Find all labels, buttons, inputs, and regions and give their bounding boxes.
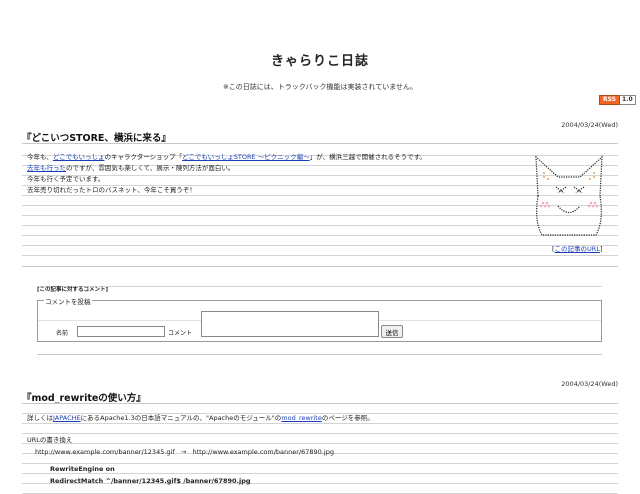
link-last-year[interactable]: 去年も行った bbox=[27, 164, 66, 172]
body-line: 去年も行ったのですが、雰囲気も楽しくて、展示・陳列方法が面白い。 bbox=[27, 164, 235, 172]
section-label: URLの書き換え bbox=[27, 436, 73, 444]
article-url: [この記事のURL] bbox=[552, 245, 603, 253]
comments-divider bbox=[22, 266, 618, 267]
name-label: 名前 bbox=[56, 330, 69, 337]
comment-textarea[interactable] bbox=[201, 311, 379, 337]
link-mod-rewrite[interactable]: mod_rewrite bbox=[281, 414, 322, 422]
link-japache[interactable]: JAPACHE bbox=[53, 414, 81, 422]
entry-date-2: 2004/03/24(Wed) bbox=[561, 380, 618, 388]
rss-version: 1.0 bbox=[620, 95, 636, 105]
name-input[interactable] bbox=[77, 326, 165, 337]
form-bottom-divider bbox=[37, 354, 602, 355]
submit-button[interactable]: 送信 bbox=[381, 325, 403, 338]
entry-date: 2004/03/24(Wed) bbox=[561, 121, 618, 129]
entry-body: 今年も、どこでもいっしょのキャラクターショップ「どこでもいっしょSTORE 〜ピ… bbox=[27, 152, 527, 196]
arrow-icon: → bbox=[180, 448, 187, 456]
comments-header-row: [この記事に対するコメント] bbox=[37, 276, 602, 293]
comment-form-legend: コメントを投稿 bbox=[44, 296, 92, 306]
link-store[interactable]: どこでもいっしょSTORE 〜ピクニック編〜 bbox=[182, 153, 310, 161]
rss-label: RSS bbox=[599, 95, 620, 105]
title-divider bbox=[22, 143, 618, 144]
rss-badge[interactable]: RSS 1.0 bbox=[599, 95, 636, 105]
site-title: きゃらりこ日誌 bbox=[270, 54, 369, 69]
body-line: 去年売り切れだったトロのバスネット、今年こそ買うぞ！ bbox=[27, 186, 196, 194]
entry-title-2: 『mod_rewriteの使い方』 bbox=[22, 393, 146, 404]
article-url-link[interactable]: この記事のURL bbox=[555, 245, 600, 253]
comments-header: [この記事に対するコメント] bbox=[37, 287, 109, 293]
body-line: 今年も行く予定でいます。 bbox=[27, 175, 105, 183]
link-dokodemo[interactable]: どこでもいっしょ bbox=[53, 153, 105, 161]
trackback-notice: ※この日誌には、トラックバック機能は実装されていません。 bbox=[222, 83, 418, 91]
entry-intro: 詳しくはJAPACHEにあるApache1.3の日本語マニュアルの、"Apach… bbox=[27, 414, 374, 422]
code-line-1: RewriteEngine on bbox=[50, 465, 115, 473]
rewrite-example: http://www.example.com/banner/12345.gif … bbox=[35, 448, 334, 456]
code-line-2: RedirectMatch ^/banner/12345.gif$ /banne… bbox=[50, 477, 251, 485]
body-line: 今年も、どこでもいっしょのキャラクターショップ「どこでもいっしょSTORE 〜ピ… bbox=[27, 153, 426, 161]
entry-title: 『どこいつSTORE、横浜に来る』 bbox=[22, 133, 171, 144]
toro-cat-illustration bbox=[535, 155, 603, 236]
comment-label: コメント bbox=[168, 330, 193, 337]
